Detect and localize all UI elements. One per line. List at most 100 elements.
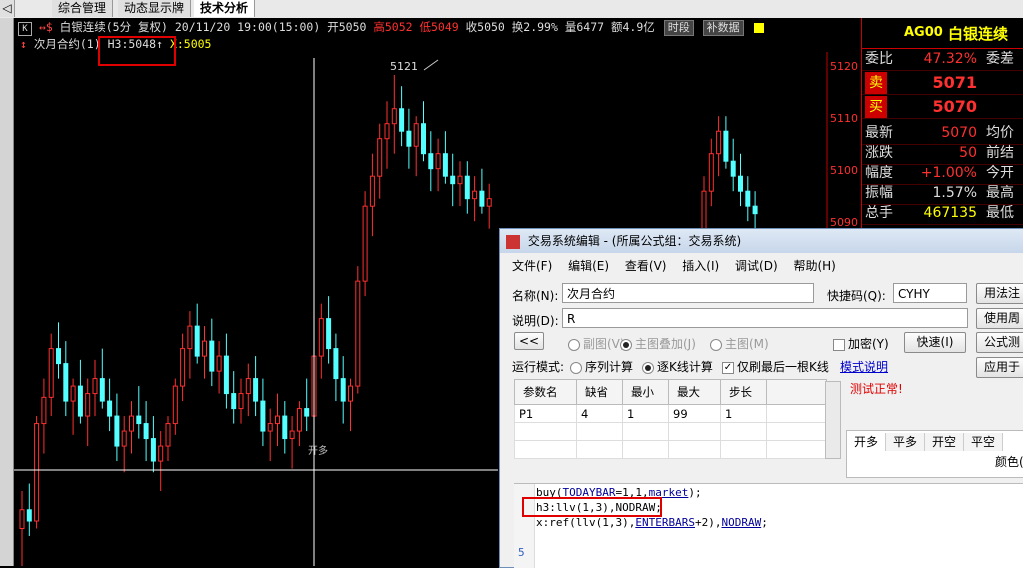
menu-help[interactable]: 帮助(H) xyxy=(793,256,835,276)
candle-body xyxy=(486,198,492,207)
dialog-title-bar[interactable]: 交易系统编辑 - (所属公式组：交易系统) xyxy=(500,229,1023,253)
param-cell[interactable]: 4 xyxy=(576,404,623,423)
candle-body xyxy=(464,175,470,200)
param-cell[interactable]: P1 xyxy=(514,404,577,423)
name-input[interactable]: 次月合约 xyxy=(562,283,814,303)
table-row[interactable] xyxy=(514,422,827,441)
menu-file[interactable]: 文件(F) xyxy=(512,256,552,276)
formula-test-button[interactable]: 公式测 xyxy=(976,332,1023,353)
param-cell[interactable]: 1 xyxy=(720,404,767,423)
candle-body xyxy=(187,325,193,350)
candle-body xyxy=(158,445,164,462)
param-cell[interactable]: 99 xyxy=(668,404,721,423)
quote-value: 5070 xyxy=(941,125,977,141)
shortcut-input[interactable]: CYHY xyxy=(893,283,967,303)
quote-value: 50 xyxy=(959,145,977,161)
candle-body xyxy=(238,393,244,410)
tab-dynamic-board[interactable]: 动态显示牌 xyxy=(118,0,192,17)
candle-body xyxy=(708,153,714,192)
candle-body xyxy=(56,348,61,365)
dialog-menu-bar: 文件(F) 编辑(E) 查看(V) 插入(I) 调试(D) 帮助(H) xyxy=(500,256,1023,276)
highlight-h3-box xyxy=(98,36,176,66)
candle-body xyxy=(48,348,54,398)
run-mode-label: 运行模式: xyxy=(512,360,565,374)
k-icon[interactable]: K xyxy=(18,22,32,36)
signal-tabs: 开多 平多 开空 平空 颜色( xyxy=(846,430,1023,478)
peak-pointer xyxy=(423,59,439,71)
candle-body xyxy=(267,423,273,432)
menu-insert[interactable]: 插入(I) xyxy=(682,256,719,276)
candle-body xyxy=(99,378,105,402)
checkbox-last-kline[interactable]: ✓ 仅刷最后一根K线 xyxy=(722,358,829,375)
candle-body xyxy=(745,190,751,207)
app-icon xyxy=(506,234,520,249)
apply-to-button[interactable]: 应用于 xyxy=(976,357,1023,378)
radio-sub-chart[interactable]: 副图(V) xyxy=(568,335,625,352)
description-input[interactable]: R xyxy=(562,308,968,328)
quote-header: AG00 白银连续 xyxy=(862,18,1023,49)
candle-body xyxy=(326,318,332,350)
params-table[interactable]: 参数名 缺省 最小 最大 步长 P1 4 1 99 1 xyxy=(514,379,827,459)
collapse-button[interactable]: << xyxy=(514,332,544,350)
candle-body xyxy=(348,385,353,402)
candle-body xyxy=(180,348,186,387)
menu-view[interactable]: 查看(V) xyxy=(625,256,667,276)
info-line: K ↔$ 白银连续(5分 复权) 20/11/20 19:00(15:00) 开… xyxy=(14,18,861,36)
trading-system-editor-dialog[interactable]: 交易系统编辑 - (所属公式组：交易系统) 文件(F) 编辑(E) 查看(V) … xyxy=(499,228,1023,568)
open-long-marker: 开多 xyxy=(308,446,328,457)
datetime-label: 20/11/20 19:00(15:00) xyxy=(174,20,321,34)
radio-per-kline[interactable]: 逐K线计算 xyxy=(642,358,713,375)
param-cell[interactable]: 1 xyxy=(622,404,669,423)
candle-body xyxy=(340,378,346,402)
candle-body xyxy=(70,385,76,402)
menu-debug[interactable]: 调试(D) xyxy=(735,256,778,276)
quote-label-secondary: 最高 xyxy=(986,185,1014,201)
period-label: (5分 复权) xyxy=(105,20,168,34)
radio-sequential[interactable]: 序列计算 xyxy=(570,358,633,375)
quote-label-secondary: 最低 xyxy=(986,205,1014,221)
candle-body xyxy=(85,393,91,417)
candle-body xyxy=(41,396,47,425)
usage-notes-button[interactable]: 用法注 xyxy=(976,283,1023,304)
quote-value: 47.32% xyxy=(923,51,977,67)
code-line[interactable]: x:ref(llv(1,3),ENTERBARS+2),NODRAW; xyxy=(536,516,768,529)
tab-open-long[interactable]: 开多 xyxy=(847,433,887,451)
params-scrollbar[interactable] xyxy=(825,381,841,459)
candle-body xyxy=(377,138,383,177)
peak-price-label: 5121 xyxy=(390,60,418,73)
quote-value: 5071 xyxy=(932,73,977,92)
quick-button[interactable]: 快速(I) xyxy=(904,332,966,353)
left-strip xyxy=(0,18,14,566)
usage-period-button[interactable]: 使用周 xyxy=(976,308,1023,329)
param-header-default: 缺省 xyxy=(576,379,623,405)
quote-code: AG00 xyxy=(904,25,943,40)
radio-main-overlay[interactable]: 主图叠加(J) xyxy=(620,335,696,352)
amount-value: 额4.9亿 xyxy=(610,20,655,34)
tab-technical-analysis[interactable]: 技术分析 xyxy=(194,0,256,17)
menu-edit[interactable]: 编辑(E) xyxy=(568,256,609,276)
period-button[interactable]: 时段 xyxy=(663,20,694,36)
radio-main-chart[interactable]: 主图(M) xyxy=(710,335,769,352)
warning-icon[interactable] xyxy=(753,22,764,33)
fill-data-button[interactable]: 补数据 xyxy=(702,20,744,36)
high-value: 高5052 xyxy=(373,20,413,34)
candle-body xyxy=(143,423,149,440)
quote-row: 卖 5071 xyxy=(862,72,1023,95)
mode-help-link[interactable]: 模式说明 xyxy=(840,358,888,375)
tab-open-short[interactable]: 开空 xyxy=(925,433,965,451)
tab-scroll-left-icon[interactable]: ◁ xyxy=(0,0,15,17)
table-row[interactable] xyxy=(514,440,827,459)
candle-body xyxy=(479,190,485,207)
shortcut-label: 快捷码(Q): xyxy=(827,289,886,303)
highlight-code-box xyxy=(522,497,662,517)
test-status: 测试正常! xyxy=(850,382,903,396)
tab-comprehensive[interactable]: 综合管理 xyxy=(52,0,114,17)
encrypt-checkbox[interactable]: 加密(Y) xyxy=(833,335,889,352)
candle-body xyxy=(260,400,266,432)
candle-body xyxy=(63,363,69,402)
code-editor[interactable]: 5 buy(TODAYBAR=1,1,market); h3:llv(1,3),… xyxy=(514,483,1023,568)
table-row[interactable]: P1 4 1 99 1 xyxy=(514,404,827,423)
candle-body xyxy=(107,400,113,417)
tab-close-long[interactable]: 平多 xyxy=(886,433,926,451)
tab-close-short[interactable]: 平空 xyxy=(964,433,1004,451)
